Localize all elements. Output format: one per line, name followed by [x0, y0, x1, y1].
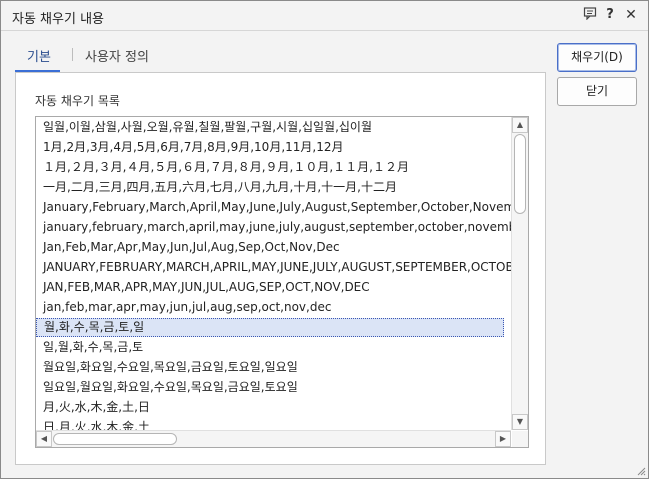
tab-separator [72, 48, 73, 61]
list-item[interactable]: JAN,FEB,MAR,APR,MAY,JUN,JUL,AUG,SEP,OCT,… [36, 278, 504, 297]
title-bar[interactable]: 자동 채우기 내용 ? ✕ [1, 1, 648, 31]
scroll-left-arrow-icon[interactable]: ◀ [36, 431, 52, 447]
close-icon[interactable]: ✕ [622, 6, 640, 24]
list-item[interactable]: １月,２月,３月,４月,５月,６月,７月,８月,９月,１０月,１１月,１２月 [36, 158, 504, 177]
horizontal-scroll-thumb[interactable] [53, 433, 177, 445]
comment-icon[interactable] [581, 6, 599, 24]
autofill-list-label: 자동 채우기 목록 [35, 94, 120, 108]
list-item[interactable]: 月,火,水,木,金,土,日 [36, 398, 504, 417]
list-item[interactable]: JANUARY,FEBRUARY,MARCH,APRIL,MAY,JUNE,JU… [36, 258, 511, 277]
list-item[interactable]: jan,feb,mar,apr,may,jun,jul,aug,sep,oct,… [36, 298, 504, 317]
horizontal-scrollbar[interactable]: ◀ ▶ [36, 430, 511, 447]
list-item[interactable]: 日,月,火,水,木,金,土 [36, 418, 504, 430]
list-item[interactable]: 월요일,화요일,수요일,목요일,금요일,토요일,일요일 [36, 358, 504, 377]
list-item[interactable]: Jan,Feb,Mar,Apr,May,Jun,Jul,Aug,Sep,Oct,… [36, 238, 504, 257]
list-item[interactable]: 일요일,월요일,화요일,수요일,목요일,금요일,토요일 [36, 378, 504, 397]
autofill-dialog: 자동 채우기 내용 ? ✕ 기본 사용자 정의 자동 채우기 목록 일월,이월,… [0, 0, 649, 479]
scroll-right-arrow-icon[interactable]: ▶ [495, 431, 511, 447]
scroll-up-arrow-icon[interactable]: ▲ [512, 117, 528, 133]
autofill-listbox[interactable]: 일월,이월,삼월,사월,오월,유월,칠월,팔월,구월,시월,십일월,십이월 1月… [35, 116, 529, 448]
list-viewport: 일월,이월,삼월,사월,오월,유월,칠월,팔월,구월,시월,십일월,십이월 1月… [36, 117, 511, 430]
vertical-scrollbar[interactable]: ▲ ▼ [511, 117, 528, 430]
tab-custom[interactable]: 사용자 정의 [85, 46, 149, 65]
resize-grip-icon[interactable] [636, 466, 646, 476]
dialog-title: 자동 채우기 내용 [12, 12, 104, 27]
list-item[interactable]: 일월,이월,삼월,사월,오월,유월,칠월,팔월,구월,시월,십일월,십이월 [36, 118, 504, 137]
close-button[interactable]: 닫기 [557, 77, 637, 106]
tab-basic[interactable]: 기본 [27, 46, 51, 65]
help-icon[interactable]: ? [601, 6, 619, 24]
scrollbar-corner [512, 431, 528, 447]
vertical-scroll-thumb[interactable] [514, 134, 526, 214]
basic-tab-panel: 자동 채우기 목록 일월,이월,삼월,사월,오월,유월,칠월,팔월,구월,시월,… [15, 72, 546, 465]
list-item[interactable]: 1月,2月,3月,4月,5月,6月,7月,8月,9月,10月,11月,12月 [36, 138, 504, 157]
fill-button[interactable]: 채우기(D) [557, 43, 637, 72]
list-item[interactable]: january,february,march,april,may,june,ju… [36, 218, 511, 237]
list-item-selected[interactable]: 월,화,수,목,금,토,일 [36, 318, 504, 337]
scroll-down-arrow-icon[interactable]: ▼ [512, 414, 528, 430]
list-item[interactable]: January,February,March,April,May,June,Ju… [36, 198, 511, 217]
list-item[interactable]: 一月,二月,三月,四月,五月,六月,七月,八月,九月,十月,十一月,十二月 [36, 178, 504, 197]
list-item[interactable]: 일,월,화,수,목,금,토 [36, 338, 504, 357]
